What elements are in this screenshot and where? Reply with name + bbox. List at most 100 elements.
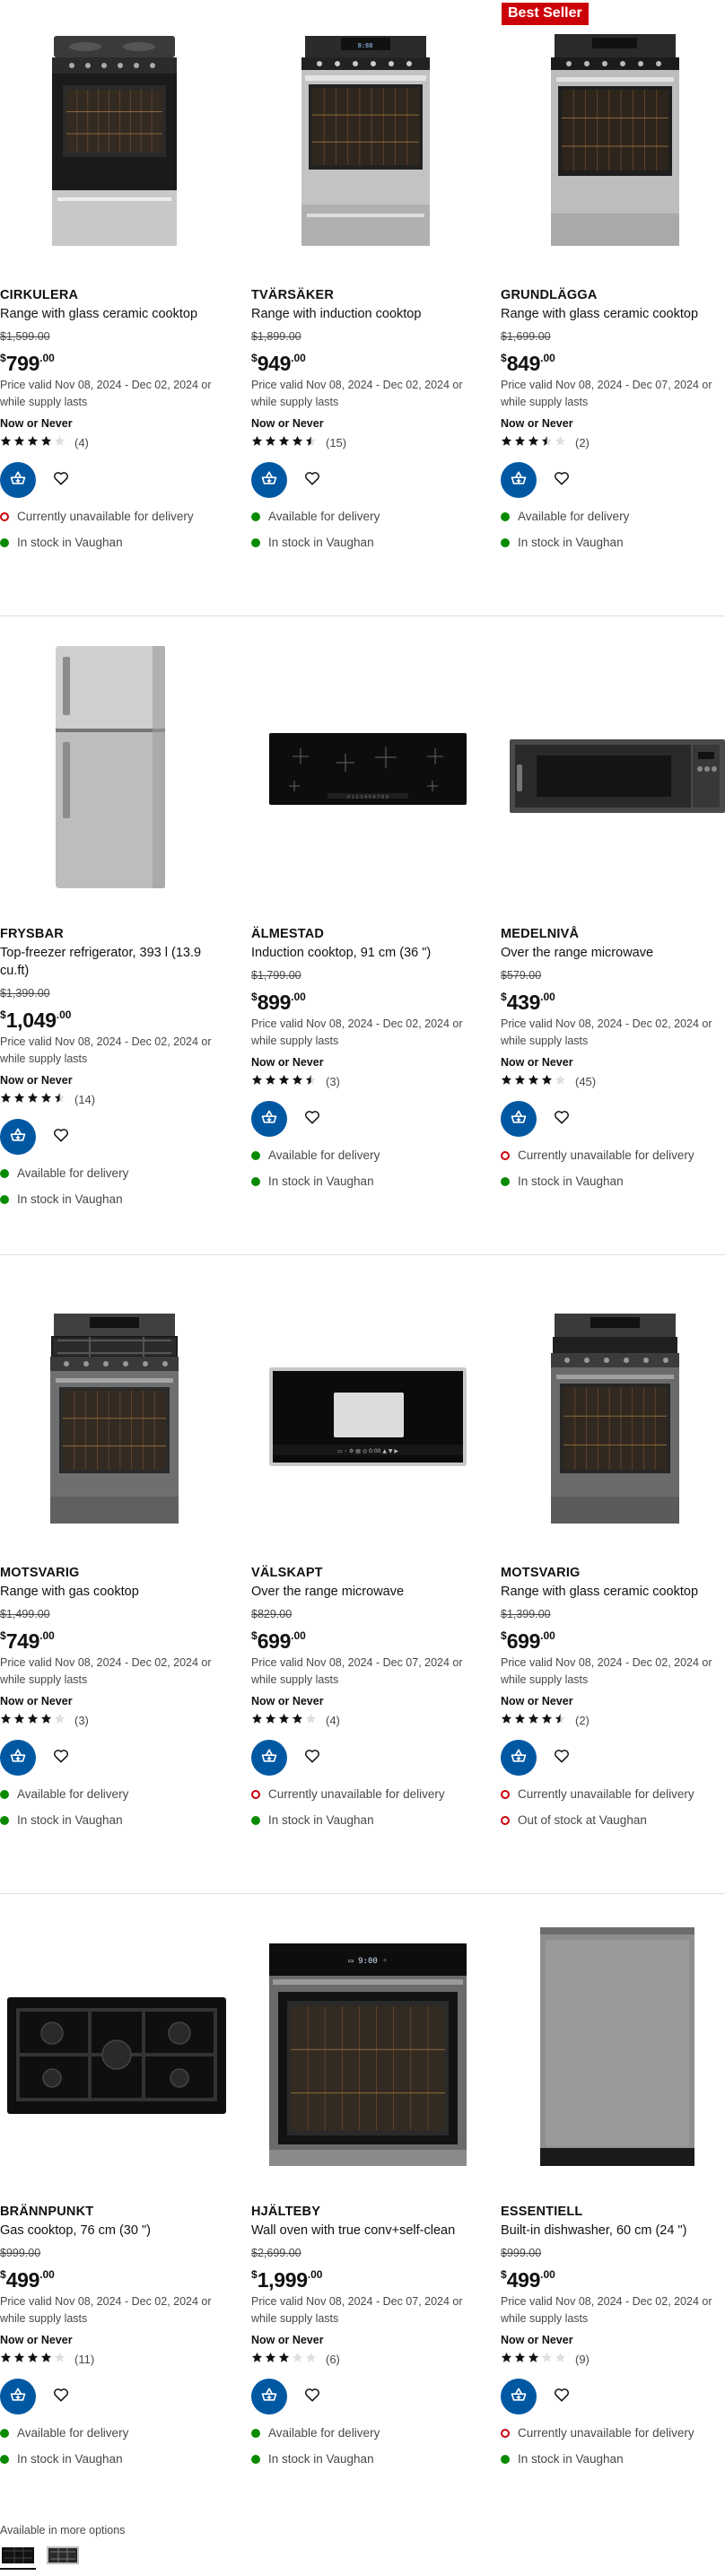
product-name[interactable]: BRÄNNPUNKT [0, 2204, 233, 2220]
review-count: (14) [74, 1093, 96, 1106]
store-stock-status: In stock in Vaughan [251, 535, 485, 551]
previous-price: $1,799.00 [251, 969, 301, 982]
product-image[interactable]: ▭ ◦ ⚙ ▤ ◎ 0:00 ▲ ▼ ▶ [251, 1278, 485, 1538]
product-card[interactable]: MEDELNIVÅ Over the range microwave $579.… [501, 639, 725, 1190]
product-card[interactable]: CIRKULERA Range with glass ceramic cookt… [0, 0, 233, 551]
product-image[interactable] [501, 639, 725, 899]
product-description[interactable]: Range with induction cooktop [251, 305, 485, 323]
product-name[interactable]: MOTSVARIG [0, 1565, 233, 1581]
product-name[interactable]: CIRKULERA [0, 287, 233, 303]
product-card[interactable]: ▭ ◦ ⚙ ▤ ◎ 0:00 ▲ ▼ ▶ VÄLSKAPT Over the r… [251, 1278, 485, 1829]
favourite-button[interactable] [294, 462, 330, 498]
favourite-button[interactable] [294, 1101, 330, 1137]
price-integer: 749 [5, 1629, 40, 1653]
product-name[interactable]: MOTSVARIG [501, 1565, 725, 1581]
product-description[interactable]: Gas cooktop, 76 cm (30 ") [0, 2222, 233, 2240]
rating[interactable]: (2) [501, 435, 725, 450]
product-card[interactable]: 0 1 2 3 4 5 6 7 8 9 ÄLMESTAD Induction c… [251, 639, 485, 1190]
star-icon [305, 435, 319, 451]
product-name[interactable]: HJÄLTEBY [251, 2204, 485, 2220]
product-description[interactable]: Range with glass ceramic cooktop [501, 305, 725, 323]
product-image[interactable] [0, 1278, 233, 1538]
favourite-button[interactable] [43, 2379, 79, 2414]
favourite-button[interactable] [294, 1740, 330, 1776]
heart-outline-icon [52, 1747, 70, 1769]
heart-outline-icon [52, 469, 70, 492]
product-card[interactable]: BRÄNNPUNKT Gas cooktop, 76 cm (30 ") $99… [0, 1917, 233, 2467]
store-stock-status: In stock in Vaughan [0, 2451, 233, 2467]
add-to-cart-button[interactable] [251, 1740, 287, 1776]
cart-plus-icon [510, 1747, 528, 1769]
product-card[interactable]: 8:88 TVÄRSÄKER Range with induction cook… [251, 0, 485, 551]
add-to-cart-button[interactable] [501, 1740, 537, 1776]
product-description[interactable]: Induction cooktop, 91 cm (36 ") [251, 944, 485, 962]
product-image[interactable]: ▭ 9:00 ◦ [251, 1917, 485, 2177]
product-name[interactable]: FRYSBAR [0, 926, 233, 942]
rating[interactable]: (14) [0, 1092, 233, 1106]
product-card[interactable]: FRYSBAR Top-freezer refrigerator, 393 l … [0, 639, 233, 1208]
favourite-button[interactable] [43, 462, 79, 498]
store-stock-text: In stock in Vaughan [17, 2452, 123, 2466]
favourite-button[interactable] [544, 1101, 580, 1137]
star-icon [514, 1713, 528, 1729]
rating[interactable]: (3) [251, 1074, 485, 1088]
add-to-cart-button[interactable] [0, 2379, 36, 2414]
favourite-button[interactable] [43, 1740, 79, 1776]
current-price: $1,049.00 [0, 1003, 233, 1032]
product-name[interactable]: ESSENTIELL [501, 2204, 725, 2220]
add-to-cart-button[interactable] [0, 1119, 36, 1155]
product-image[interactable] [501, 1278, 725, 1538]
rating[interactable]: (11) [0, 2352, 233, 2366]
product-card[interactable]: MOTSVARIG Range with gas cooktop $1,499.… [0, 1278, 233, 1829]
favourite-button[interactable] [294, 2379, 330, 2414]
product-card[interactable]: ▭ 9:00 ◦ HJÄLTEBY Wall oven with true co… [251, 1917, 485, 2467]
rating[interactable]: (6) [251, 2352, 485, 2366]
product-name[interactable]: ÄLMESTAD [251, 926, 485, 942]
product-image[interactable] [0, 0, 233, 260]
product-name[interactable]: VÄLSKAPT [251, 1565, 485, 1581]
product-description[interactable]: Built-in dishwasher, 60 cm (24 ") [501, 2222, 725, 2240]
rating[interactable]: (4) [0, 435, 233, 450]
product-name[interactable]: MEDELNIVÅ [501, 926, 725, 942]
add-to-cart-button[interactable] [251, 1101, 287, 1137]
product-card[interactable]: ESSENTIELL Built-in dishwasher, 60 cm (2… [501, 1917, 725, 2467]
add-to-cart-button[interactable] [251, 2379, 287, 2414]
status-dot-icon [251, 1177, 260, 1186]
rating[interactable]: (9) [501, 2352, 725, 2366]
add-to-cart-button[interactable] [501, 462, 537, 498]
product-name[interactable]: GRUNDLÄGGA [501, 287, 725, 303]
product-image[interactable] [0, 639, 233, 899]
product-card[interactable]: Best Seller GRUNDLÄGGA Range with glass … [501, 0, 725, 551]
favourite-button[interactable] [43, 1119, 79, 1155]
rating[interactable]: (15) [251, 435, 485, 451]
add-to-cart-button[interactable] [251, 462, 287, 498]
product-image[interactable]: 0 1 2 3 4 5 6 7 8 9 [251, 639, 485, 899]
product-description[interactable]: Over the range microwave [251, 1583, 485, 1601]
variant-swatch[interactable] [0, 2543, 36, 2570]
rating[interactable]: (45) [501, 1074, 725, 1088]
add-to-cart-button[interactable] [501, 1101, 537, 1137]
product-image[interactable]: Best Seller [501, 0, 725, 260]
favourite-button[interactable] [544, 1740, 580, 1776]
product-image[interactable] [501, 1917, 725, 2177]
rating[interactable]: (2) [501, 1713, 725, 1729]
product-description[interactable]: Top-freezer refrigerator, 393 l (13.9 cu… [0, 944, 233, 980]
product-name[interactable]: TVÄRSÄKER [251, 287, 485, 303]
favourite-button[interactable] [544, 2379, 580, 2414]
rating[interactable]: (4) [251, 1713, 485, 1727]
product-description[interactable]: Over the range microwave [501, 944, 725, 962]
product-photo [510, 739, 725, 813]
product-card[interactable]: MOTSVARIG Range with glass ceramic cookt… [501, 1278, 725, 1829]
product-description[interactable]: Range with gas cooktop [0, 1583, 233, 1601]
add-to-cart-button[interactable] [501, 2379, 537, 2414]
add-to-cart-button[interactable] [0, 1740, 36, 1776]
product-description[interactable]: Range with glass ceramic cooktop [501, 1583, 725, 1601]
favourite-button[interactable] [544, 462, 580, 498]
product-image[interactable]: 8:88 [251, 0, 485, 260]
rating[interactable]: (3) [0, 1713, 233, 1727]
variant-swatch[interactable] [45, 2543, 81, 2570]
add-to-cart-button[interactable] [0, 462, 36, 498]
product-description[interactable]: Range with glass ceramic cooktop [0, 305, 233, 323]
product-image[interactable] [0, 1917, 233, 2177]
product-description[interactable]: Wall oven with true conv+self-clean [251, 2222, 485, 2240]
